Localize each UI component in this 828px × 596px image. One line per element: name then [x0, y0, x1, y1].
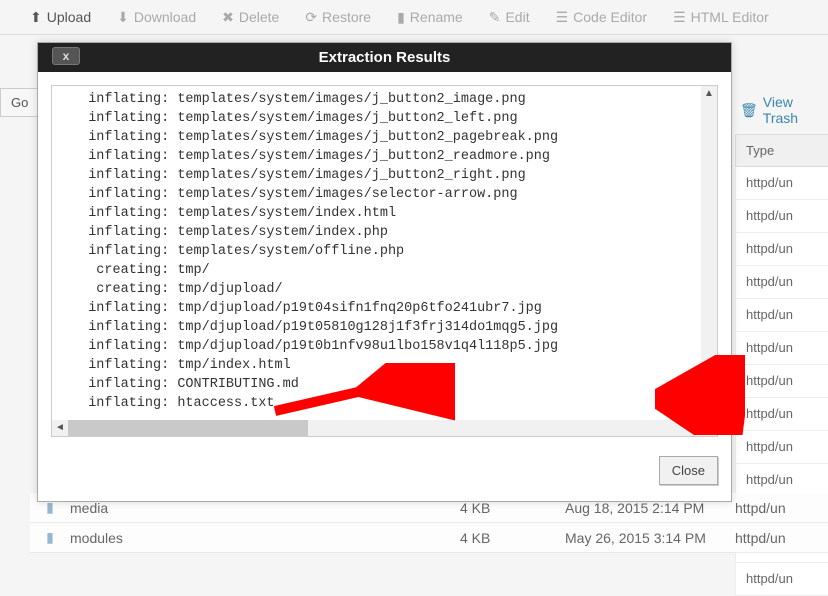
modal-footer: Close — [38, 450, 731, 501]
modal-title: Extraction Results — [319, 49, 451, 66]
folder-icon: ▮ — [30, 529, 70, 546]
type-cell: httpd/un — [735, 332, 828, 365]
type-cell: httpd/un — [735, 365, 828, 398]
extraction-results-modal: x Extraction Results inflating: template… — [37, 42, 732, 502]
restore-label: Restore — [322, 9, 371, 25]
table-row[interactable]: ▮modules4 KBMay 26, 2015 3:14 PMhttpd/un — [30, 523, 828, 553]
download-label: Download — [134, 9, 196, 25]
type-header: Type — [735, 134, 828, 167]
restore-icon: ⟳ — [305, 10, 317, 24]
delete-icon: ✖ — [222, 10, 234, 24]
rename-label: Rename — [410, 9, 463, 25]
upload-icon: ⬆ — [30, 10, 42, 24]
scroll-right-icon[interactable]: ► — [685, 420, 701, 436]
type-cell: httpd/un — [735, 233, 828, 266]
upload-label: Upload — [47, 9, 91, 25]
type-cell: httpd/un — [735, 200, 828, 233]
output-container: inflating: templates/system/images/j_but… — [51, 85, 718, 437]
type-cell: httpd/un — [735, 563, 828, 596]
html-editor-label: HTML Editor — [691, 9, 769, 25]
html-editor-button[interactable]: ☰ HTML Editor — [673, 9, 769, 25]
file-rows: ▮media4 KBAug 18, 2015 2:14 PMhttpd/un▮m… — [30, 493, 828, 553]
scroll-up-icon[interactable]: ▲ — [701, 86, 717, 102]
type-cell: httpd/un — [735, 398, 828, 431]
scroll-left-icon[interactable]: ◄ — [52, 420, 68, 436]
v-scroll-track[interactable] — [701, 102, 717, 420]
edit-button[interactable]: ✎ Edit — [489, 9, 530, 25]
type-cell: httpd/un — [735, 266, 828, 299]
type-cell: httpd/un — [735, 167, 828, 200]
row-size: 4 KB — [460, 530, 565, 546]
html-editor-icon: ☰ — [673, 10, 686, 24]
modal-header: x Extraction Results — [38, 43, 731, 72]
download-button[interactable]: ⬇ Download — [117, 9, 196, 25]
row-name: modules — [70, 530, 460, 546]
code-editor-icon: ☰ — [556, 10, 569, 24]
vertical-scrollbar[interactable]: ▲ ▼ — [701, 86, 717, 436]
h-scroll-track[interactable] — [68, 420, 685, 436]
edit-label: Edit — [505, 9, 529, 25]
view-trash-label: View Trash — [763, 94, 823, 126]
go-button[interactable]: Go — [0, 88, 38, 117]
delete-button[interactable]: ✖ Delete — [222, 9, 279, 25]
modal-close-x-button[interactable]: x — [52, 47, 80, 65]
row-type: httpd/un — [735, 530, 828, 546]
v-scroll-thumb[interactable] — [701, 406, 717, 420]
rename-icon: ▮ — [397, 10, 405, 24]
code-editor-label: Code Editor — [573, 9, 647, 25]
type-cell: httpd/un — [735, 431, 828, 464]
type-cell: httpd/un — [735, 299, 828, 332]
horizontal-scrollbar[interactable]: ◄ ► — [52, 420, 701, 436]
trash-icon: 🗑 — [740, 102, 758, 119]
h-scroll-thumb[interactable] — [68, 420, 308, 436]
view-trash-link[interactable]: 🗑 View Trash — [735, 86, 828, 134]
delete-label: Delete — [239, 9, 279, 25]
modal-body: inflating: templates/system/images/j_but… — [38, 72, 731, 450]
close-button[interactable]: Close — [659, 456, 718, 485]
row-type: httpd/un — [735, 500, 828, 516]
toolbar: ⬆ Upload ⬇ Download ✖ Delete ⟳ Restore ▮… — [0, 0, 828, 35]
download-icon: ⬇ — [117, 10, 129, 24]
scroll-down-icon[interactable]: ▼ — [701, 420, 717, 436]
rename-button[interactable]: ▮ Rename — [397, 9, 463, 25]
upload-button[interactable]: ⬆ Upload — [30, 9, 91, 25]
code-editor-button[interactable]: ☰ Code Editor — [556, 9, 648, 25]
edit-icon: ✎ — [489, 10, 501, 24]
row-date: May 26, 2015 3:14 PM — [565, 530, 735, 546]
extraction-output: inflating: templates/system/images/j_but… — [52, 86, 717, 422]
restore-button[interactable]: ⟳ Restore — [305, 9, 371, 25]
